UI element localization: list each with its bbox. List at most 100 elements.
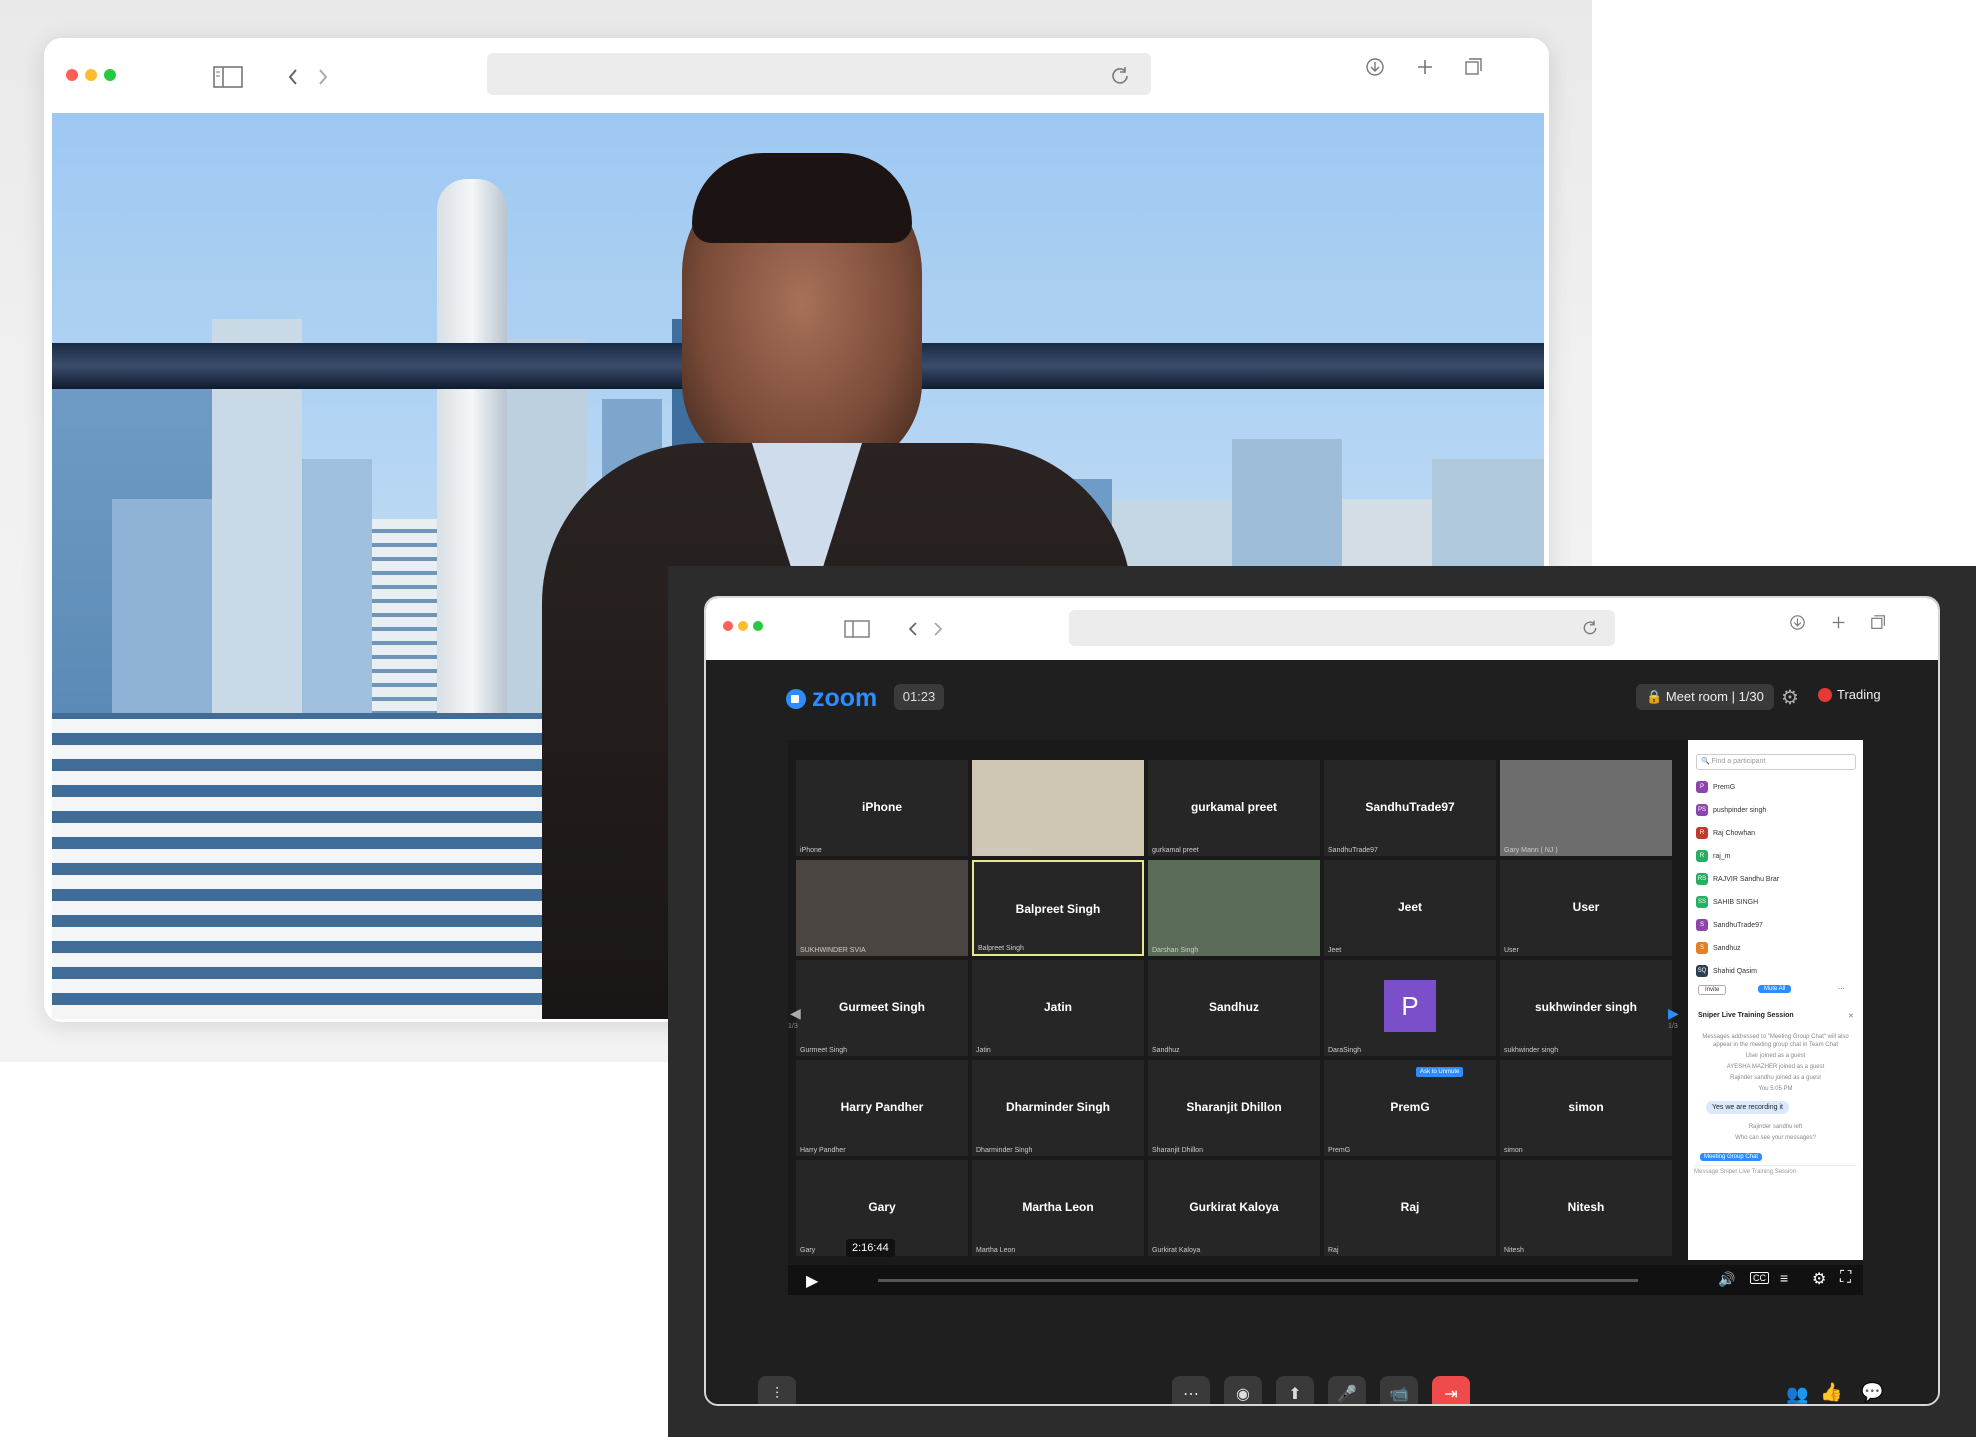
participant-tile[interactable]: SUKHWINDER SVIA — [796, 860, 968, 956]
tabs-overview-icon[interactable] — [1871, 615, 1886, 630]
participant-tile[interactable]: Darshan Singh — [1148, 860, 1320, 956]
volume-icon[interactable]: 🔊 — [1718, 1271, 1735, 1288]
participant-caption: DaraSingh — [1328, 1047, 1362, 1054]
participant-row[interactable]: P PremG — [1696, 778, 1735, 796]
front-browser-window: zoom 01:23 🔒 Meet room | 1/30 ⚙ Trading … — [704, 596, 1940, 1406]
chat-line: Meeting Group Chat — [1700, 1153, 1763, 1161]
participant-tile[interactable]: Martha Leon Martha Leon — [972, 1160, 1144, 1256]
chat-line: Rajinder sandhu left — [1748, 1124, 1803, 1130]
participant-tile[interactable]: Sandhuz Sandhuz — [1148, 960, 1320, 1056]
participant-row[interactable]: RS RAJVIR Sandhu Brar — [1696, 870, 1779, 888]
participant-tile[interactable]: P DaraSingh — [1324, 960, 1496, 1056]
participant-tile[interactable]: gurkamal preet gurkamal preet — [1148, 760, 1320, 856]
close-chat-icon[interactable]: ✕ — [1848, 1012, 1854, 1020]
new-tab-icon[interactable] — [1831, 615, 1846, 630]
meeting-timer: 01:23 — [894, 684, 944, 710]
sidebar-icon[interactable] — [844, 620, 870, 638]
participant-tile[interactable]: Gurmeet Singh Gurmeet Singh — [796, 960, 968, 1056]
participant-tile[interactable]: User User — [1500, 860, 1672, 956]
prev-page-icon[interactable]: ◀ — [790, 1005, 801, 1022]
close-dot[interactable] — [66, 69, 78, 81]
participant-tile[interactable]: Sharanjit Dhillon Sharanjit Dhillon — [1148, 1060, 1320, 1156]
participant-caption: Jeet — [1328, 947, 1342, 954]
reload-icon[interactable] — [1109, 65, 1131, 87]
participant-tile[interactable]: PremG PremG — [1324, 1060, 1496, 1156]
transcript-icon[interactable]: ≡ — [1780, 1270, 1788, 1286]
recorded-meeting-video[interactable]: iPhone iPhone Sniper Auto Trader gurkamal p… — [788, 740, 1863, 1295]
captions-icon[interactable]: CC — [1750, 1272, 1769, 1284]
participant-row[interactable]: S SandhuTrade97 — [1696, 916, 1763, 934]
ask-unmute-button[interactable]: Ask to Unmute — [1416, 1067, 1464, 1077]
reload-icon[interactable] — [1581, 619, 1599, 637]
back-icon[interactable] — [287, 69, 299, 85]
seek-bar[interactable] — [878, 1279, 1638, 1282]
more-options-icon[interactable]: ⋯ — [1838, 985, 1845, 993]
trading-status[interactable]: Trading — [1818, 687, 1881, 702]
maximize-dot[interactable] — [753, 621, 763, 631]
participant-caption: Nitesh — [1504, 1247, 1524, 1254]
participant-grid: iPhone iPhone Sniper Auto Trader gurkamal p… — [796, 760, 1676, 1257]
forward-icon[interactable] — [933, 622, 943, 636]
participant-tile[interactable]: Nitesh Nitesh — [1500, 1160, 1672, 1256]
address-bar[interactable] — [487, 53, 1151, 95]
participant-row[interactable]: SS SAHIB SINGH — [1696, 893, 1758, 911]
player-settings-icon[interactable]: ⚙ — [1812, 1269, 1826, 1289]
back-icon[interactable] — [908, 622, 918, 636]
audio-wave-button[interactable]: ⫶ — [758, 1376, 796, 1404]
invite-button[interactable]: Invite — [1698, 985, 1727, 995]
participant-tile[interactable]: Balpreet Singh Balpreet Singh — [972, 860, 1144, 956]
participant-tile[interactable]: Jeet Jeet — [1324, 860, 1496, 956]
participant-tile[interactable]: iPhone iPhone — [796, 760, 968, 856]
participant-caption: Gary — [800, 1247, 816, 1254]
participant-caption: Martha Leon — [976, 1247, 1016, 1254]
participant-tile[interactable]: SandhuTrade97 SandhuTrade97 — [1324, 760, 1496, 856]
participant-row-name: Raj Chowhan — [1713, 829, 1756, 837]
sidebar-icon[interactable] — [213, 66, 243, 88]
more-button[interactable]: ⋯ — [1172, 1376, 1210, 1404]
chat-icon[interactable]: 💬 — [1861, 1382, 1883, 1403]
tabs-overview-icon[interactable] — [1465, 58, 1483, 76]
camera-button[interactable]: 📹 — [1380, 1376, 1418, 1404]
new-tab-icon[interactable] — [1416, 58, 1434, 76]
find-participant-input[interactable]: 🔍 Find a participant — [1696, 754, 1856, 770]
participant-row[interactable]: R Raj Chowhan — [1696, 824, 1755, 842]
leave-button[interactable]: ⇥ — [1432, 1376, 1470, 1404]
meet-room-badge[interactable]: 🔒 Meet room | 1/30 — [1636, 684, 1774, 710]
participant-tile[interactable]: simon simon — [1500, 1060, 1672, 1156]
participant-name: Gurkirat Kaloya — [1189, 1200, 1279, 1214]
maximize-dot[interactable] — [104, 69, 116, 81]
participant-row[interactable]: Rraj_m — [1696, 847, 1731, 865]
participant-row-name: RAJVIR Sandhu Brar — [1713, 875, 1780, 883]
participant-row[interactable]: S Sandhuz — [1696, 939, 1741, 957]
participant-row[interactable]: PS pushpinder singh — [1696, 801, 1766, 819]
address-bar[interactable] — [1069, 610, 1615, 646]
participant-tile[interactable]: Harry Pandher Harry Pandher — [796, 1060, 968, 1156]
participant-row[interactable]: SQ Shahid Qasim — [1696, 962, 1757, 980]
participants-icon[interactable]: 👥 — [1786, 1384, 1808, 1404]
settings-gear-icon[interactable]: ⚙ — [1781, 685, 1799, 710]
close-dot[interactable] — [723, 621, 733, 631]
record-button[interactable]: ◉ — [1224, 1376, 1262, 1404]
mute-all-button[interactable]: Mute All — [1758, 985, 1792, 993]
participant-tile[interactable]: Sniper Auto Trader — [972, 760, 1144, 856]
share-screen-button[interactable]: ⬆ — [1276, 1376, 1314, 1404]
microphone-button[interactable]: 🎤 — [1328, 1376, 1366, 1404]
participant-tile[interactable]: Raj Raj — [1324, 1160, 1496, 1256]
participant-tile[interactable]: Gurkirat Kaloya Gurkirat Kaloya — [1148, 1160, 1320, 1256]
minimize-dot[interactable] — [85, 69, 97, 81]
download-icon[interactable] — [1790, 615, 1805, 630]
participant-tile[interactable]: Dharminder Singh Dharminder Singh — [972, 1060, 1144, 1156]
reaction-icon[interactable]: 👍 — [1820, 1382, 1842, 1403]
participant-tile[interactable]: Jatin Jatin — [972, 960, 1144, 1056]
participant-tile[interactable]: sukhwinder singh sukhwinder singh — [1500, 960, 1672, 1056]
play-icon[interactable]: ▶ — [806, 1271, 818, 1291]
fullscreen-icon[interactable]: ⛶ — [1840, 1269, 1851, 1287]
forward-icon[interactable] — [317, 69, 329, 85]
participant-name: gurkamal preet — [1190, 800, 1278, 814]
download-icon[interactable] — [1366, 58, 1384, 76]
next-page-icon[interactable]: ▶ — [1668, 1005, 1679, 1022]
minimize-dot[interactable] — [738, 621, 748, 631]
participant-name: iPhone — [861, 800, 902, 814]
participant-tile[interactable]: Gary Mann ( NJ ) — [1500, 760, 1672, 856]
participant-row-name: pushpinder singh — [1713, 806, 1767, 814]
